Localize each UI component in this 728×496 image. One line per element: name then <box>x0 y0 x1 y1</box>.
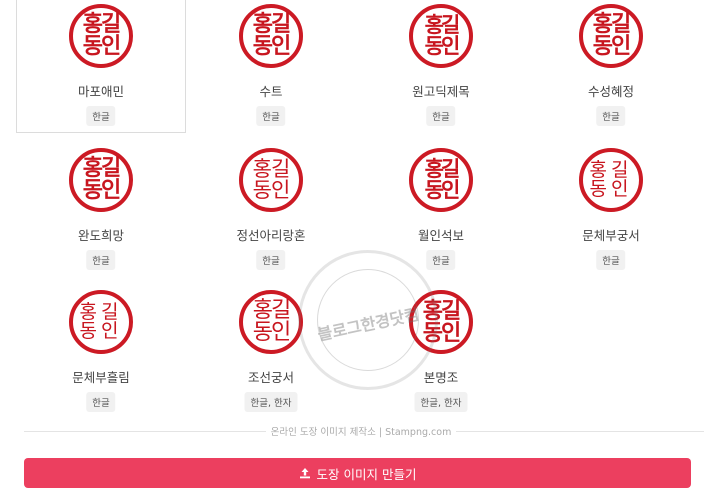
font-name: 월인석보 <box>417 228 464 243</box>
make-stamp-button-label: 도장 이미지 만들기 <box>316 466 417 482</box>
font-name: 원고딕제목 <box>412 84 470 99</box>
footer-note: 온라인 도장 이미지 제작소 | Stampng.com <box>270 427 452 438</box>
font-option-mcst-heullim[interactable]: 홍길 동인 문체부흘림 한글 <box>16 286 186 419</box>
script-tag: 한글 <box>426 250 456 270</box>
font-name: 본명조 <box>423 370 459 385</box>
font-name: 정선아리랑혼 <box>236 228 306 243</box>
script-tag: 한글 <box>596 250 626 270</box>
font-option-mcst-gungseo[interactable]: 홍길 동인 문체부궁서 한글 <box>526 144 696 277</box>
script-tag: 한글 <box>596 106 626 126</box>
font-name: 수성혜정 <box>587 84 634 99</box>
seal-preview: 홍길 동인 <box>239 148 303 212</box>
make-stamp-image-button[interactable]: 도장 이미지 만들기 <box>24 458 691 488</box>
seal-preview: 홍길 동인 <box>239 4 303 68</box>
font-option-suseong-hyejeong[interactable]: 홍길 동인 수성혜정 한글 <box>526 0 696 133</box>
seal-preview: 홍길 동인 <box>409 4 473 68</box>
font-option-mapo-aemin[interactable]: 홍길 동인 마포애민 한글 <box>16 0 186 133</box>
script-tag: 한글, 한자 <box>244 392 298 412</box>
script-tag: 한글 <box>256 250 286 270</box>
font-name: 조선궁서 <box>247 370 294 385</box>
divider <box>456 431 704 432</box>
script-tag: 한글 <box>86 392 116 412</box>
script-tag: 한글 <box>256 106 286 126</box>
upload-icon <box>299 468 310 479</box>
font-name: 완도희망 <box>77 228 124 243</box>
font-option-wando-hope[interactable]: 홍길 동인 완도희망 한글 <box>16 144 186 277</box>
seal-preview: 홍길 동인 <box>409 148 473 212</box>
seal-preview: 홍길 동인 <box>239 290 303 354</box>
seal-preview: 홍길 동인 <box>409 290 473 354</box>
font-name: 수트 <box>259 84 283 99</box>
font-option-bon-myeongjo[interactable]: 홍길 동인 본명조 한글, 한자 <box>356 286 526 419</box>
font-option-worin-seokbo[interactable]: 홍길 동인 월인석보 한글 <box>356 144 526 277</box>
script-tag: 한글, 한자 <box>414 392 468 412</box>
seal-preview: 홍길 동인 <box>69 148 133 212</box>
script-tag: 한글 <box>86 106 116 126</box>
script-tag: 한글 <box>86 250 116 270</box>
seal-preview: 홍길 동인 <box>69 290 133 354</box>
divider <box>24 431 266 432</box>
font-option-wongothic[interactable]: 홍길 동인 원고딕제목 한글 <box>356 0 526 133</box>
font-name: 마포애민 <box>77 84 124 99</box>
font-name: 문체부흘림 <box>72 370 130 385</box>
font-name: 문체부궁서 <box>582 228 640 243</box>
font-option-jeongseon-arirang[interactable]: 홍길 동인 정선아리랑혼 한글 <box>186 144 356 277</box>
font-option-joseon-gungseo[interactable]: 홍길 동인 조선궁서 한글, 한자 <box>186 286 356 419</box>
font-option-suit[interactable]: 홍길 동인 수트 한글 <box>186 0 356 133</box>
script-tag: 한글 <box>426 106 456 126</box>
seal-preview: 홍길 동인 <box>579 148 643 212</box>
seal-preview: 홍길 동인 <box>579 4 643 68</box>
seal-preview: 홍길 동인 <box>69 4 133 68</box>
